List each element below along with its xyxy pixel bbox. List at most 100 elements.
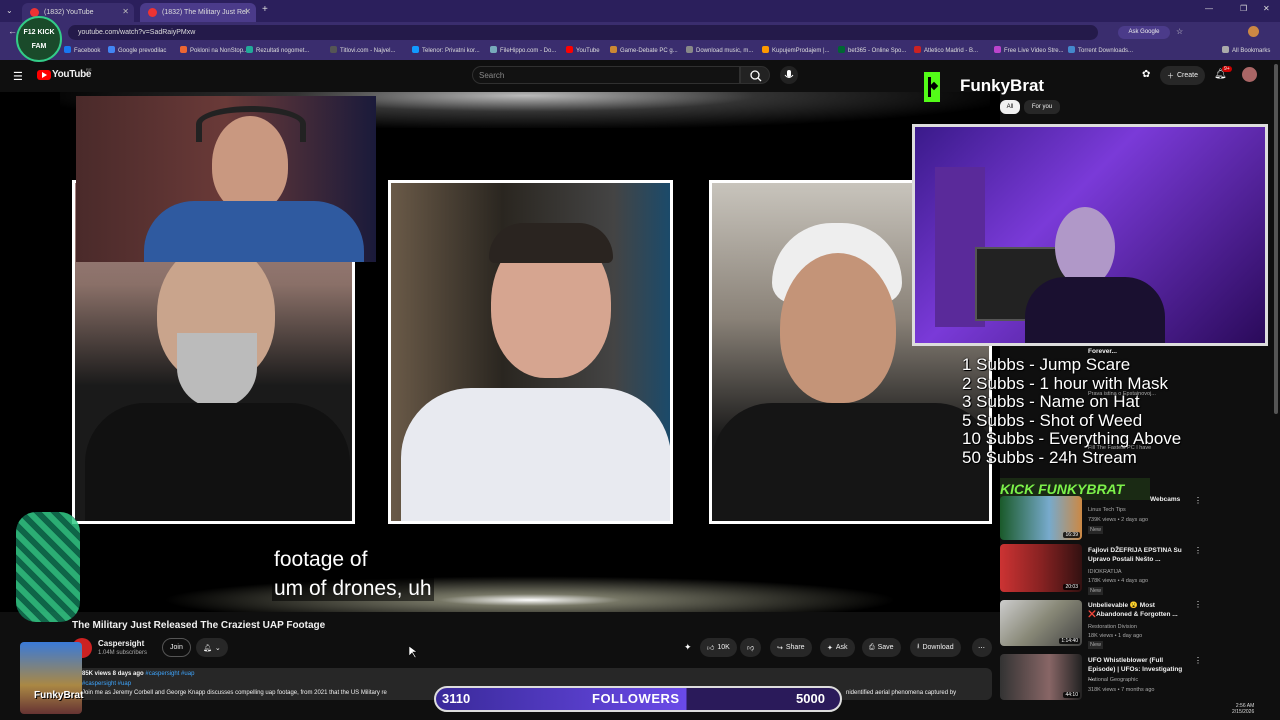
- bookmark-star-icon[interactable]: ☆: [1176, 27, 1183, 36]
- followers-current: 3110: [442, 691, 471, 706]
- ask-google-button[interactable]: Ask Google: [1118, 26, 1170, 39]
- thumbs-up-icon: 👍︎: [707, 645, 715, 652]
- bookmark-filehippo[interactable]: FileHippo.com - Do...: [490, 46, 556, 56]
- duration-badge: 20:03: [1063, 584, 1080, 590]
- rec-channel[interactable]: Restoration Division: [1088, 623, 1137, 631]
- download-icon: ⭳: [917, 643, 920, 650]
- rec-title[interactable]: Fill The Fastest PC I have: [1088, 444, 1151, 452]
- download-button[interactable]: ⭳ Download: [910, 638, 961, 657]
- plus-icon: ＋: [1167, 72, 1174, 80]
- video-glow-bottom: [100, 572, 960, 612]
- create-button[interactable]: ＋ Create: [1160, 66, 1206, 85]
- more-options-icon[interactable]: ⋮: [1194, 600, 1202, 609]
- video-player[interactable]: footage of um of drones, uh: [0, 92, 1000, 612]
- rec-channel[interactable]: IDIOKRATIJA: [1088, 568, 1122, 576]
- join-button[interactable]: Join: [162, 638, 191, 657]
- kids-icon[interactable]: ✿: [1142, 69, 1150, 80]
- save-button[interactable]: ⎙ Save: [862, 638, 901, 657]
- rec-meta: 739K views • 2 days ago: [1088, 517, 1149, 523]
- beard: [177, 333, 257, 408]
- rec-title[interactable]: Webcams: [1150, 495, 1180, 504]
- tab-menu-icon[interactable]: ⌄: [6, 6, 16, 16]
- rec-title[interactable]: Forever...: [1088, 347, 1117, 356]
- hashtags[interactable]: #caspersight #uap: [145, 671, 194, 677]
- new-badge: New: [1088, 587, 1104, 595]
- rec-meta: 178K views • 4 days ago: [1088, 578, 1149, 584]
- close-tab-icon[interactable]: ✕: [122, 7, 129, 16]
- rec-meta: 18K views • 1 day ago: [1088, 633, 1143, 639]
- more-options-icon[interactable]: ⋮: [1194, 656, 1202, 665]
- more-actions-button[interactable]: ⋯: [972, 638, 992, 657]
- share-button[interactable]: ↪ Share: [770, 638, 812, 657]
- rec-title[interactable]: Prava istina o Epstajnovoj...: [1088, 390, 1156, 398]
- rec-thumbnail[interactable]: 44:10: [1000, 654, 1082, 700]
- dislike-button[interactable]: 👎︎: [740, 638, 762, 657]
- rec-title[interactable]: Unbelievable 😮 Most ❌Abandoned & Forgott…: [1088, 601, 1188, 619]
- hamburger-menu-icon[interactable]: ☰: [13, 70, 23, 83]
- sub-goal-item: 1 Subbs - Jump Scare: [962, 355, 1131, 374]
- voice-search-button[interactable]: [780, 66, 798, 84]
- tab-label: (1832) YouTube: [44, 9, 94, 16]
- video-panel-center: [388, 180, 673, 524]
- search-input[interactable]: Search: [472, 66, 740, 84]
- subscribed-bell-button[interactable]: 🔔︎ ⌄: [196, 638, 228, 657]
- region-code: RS: [86, 67, 92, 72]
- bookmark-bet365[interactable]: bet365 - Online Spo...: [838, 46, 906, 56]
- rec-title[interactable]: Fajlovi DŽEFRIJA EPSTINA Su Upravo Posta…: [1088, 546, 1188, 564]
- rec-thumbnail[interactable]: 1:14:40: [1000, 600, 1082, 646]
- streamer-corner-name: FunkyBrat: [34, 690, 84, 701]
- bookmark-titlovi[interactable]: Titlovi.com - Najvel...: [330, 46, 395, 56]
- filter-chip-for-you[interactable]: For you: [1024, 100, 1060, 114]
- duration-badge: 44:10: [1063, 692, 1080, 698]
- microphone-icon: [784, 70, 794, 78]
- bookmark-nonstop[interactable]: Pokloni na NonStop...: [180, 46, 248, 56]
- search-icon: [750, 70, 762, 82]
- close-tab-icon[interactable]: ✕: [244, 7, 251, 16]
- new-tab-button[interactable]: +: [262, 4, 268, 15]
- more-options-icon[interactable]: ⋮: [1194, 496, 1202, 505]
- rec-meta: 318K views • 7 months ago: [1088, 687, 1155, 693]
- ask-button[interactable]: ✦ Ask: [820, 638, 855, 657]
- bookmark-telenor[interactable]: Telenor: Privatni kor...: [412, 46, 480, 56]
- bookmark-facebook[interactable]: Facebook: [64, 46, 100, 56]
- browser-tab-bar: ⌄ (1832) YouTube ✕ (1832) The Military J…: [0, 0, 1280, 22]
- like-button[interactable]: 👍︎ 10K: [700, 638, 737, 657]
- bookmark-atletico[interactable]: Atletico Madrid - B...: [914, 46, 978, 56]
- bookmark-game-debate[interactable]: Game-Debate PC g...: [610, 46, 678, 56]
- bookmark-kupujem[interactable]: KupujemProdajem |...: [762, 46, 830, 56]
- close-window-button[interactable]: ✕: [1263, 4, 1270, 13]
- bookmark-torrent[interactable]: Torrent Downloads...: [1068, 46, 1133, 56]
- bookmark-free-live-video[interactable]: Free Live Video Stre...: [994, 46, 1064, 56]
- bookmark-youtube[interactable]: YouTube: [566, 46, 600, 56]
- search-button[interactable]: [740, 66, 770, 84]
- duration-badge: 16:39: [1063, 532, 1080, 538]
- rec-thumbnail[interactable]: 20:03: [1000, 544, 1082, 592]
- cannabis-jar-decoration: [16, 512, 80, 622]
- channel-name[interactable]: Caspersight: [98, 639, 144, 648]
- tag-line[interactable]: #caspersight #uap: [82, 681, 131, 687]
- profile-avatar[interactable]: [1248, 26, 1259, 37]
- streamer-name: FunkyBrat: [960, 76, 1045, 95]
- bookmark-download-music[interactable]: Download music, m...: [686, 46, 753, 56]
- person-face: [780, 253, 896, 403]
- all-bookmarks[interactable]: All Bookmarks: [1222, 46, 1270, 56]
- more-options-icon[interactable]: ⋮: [1194, 546, 1202, 555]
- followers-label: FOLLOWERS: [592, 691, 680, 706]
- bookmark-icon: ⎙: [869, 643, 875, 651]
- url-field[interactable]: youtube.com/watch?v=SadRaiyPMxw: [68, 25, 1098, 40]
- streamer-shirt: [144, 201, 364, 262]
- rec-channel[interactable]: Linus Tech Tips: [1088, 506, 1126, 514]
- streamer-avatar-card: [20, 642, 82, 714]
- rec-channel[interactable]: National Geographic: [1088, 676, 1138, 684]
- account-avatar[interactable]: [1242, 67, 1257, 82]
- bookmark-rezultati[interactable]: Rezultati nogomet...: [246, 46, 309, 56]
- person-shirt: [85, 403, 350, 521]
- bookmark-google-translate[interactable]: Google prevodilac: [108, 46, 166, 56]
- sparkle-icon[interactable]: ✦: [684, 642, 692, 653]
- maximize-button[interactable]: ❐: [1240, 4, 1247, 13]
- rec-thumbnail[interactable]: 16:39: [1000, 496, 1082, 540]
- minimize-button[interactable]: —: [1205, 4, 1213, 13]
- filter-chip-all[interactable]: All: [1000, 100, 1020, 114]
- page-scrollbar[interactable]: [1274, 64, 1278, 414]
- tab-video[interactable]: (1832) The Military Just Rel ✕: [140, 3, 256, 22]
